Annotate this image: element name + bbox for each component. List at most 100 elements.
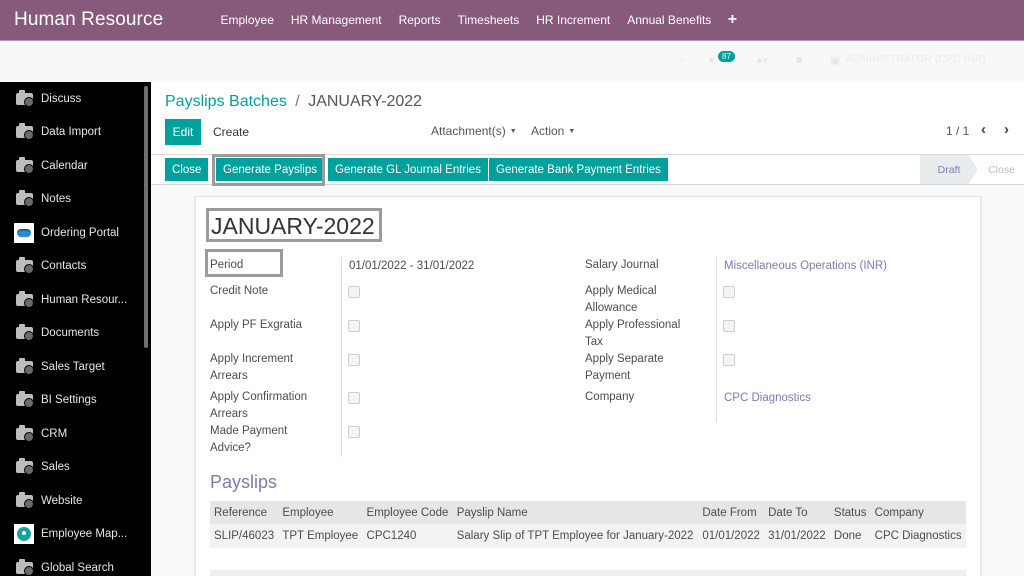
column-header[interactable]: Reference [210, 501, 279, 524]
clock-icon[interactable]: ■ [796, 54, 803, 66]
divider [341, 257, 342, 457]
column-header[interactable]: Status [829, 501, 871, 524]
sidebar-item-label: Global Search [41, 561, 114, 574]
apply-professional-tax-checkbox[interactable] [723, 320, 735, 332]
table-cell: CPC1240 [362, 524, 453, 548]
salary-journal-value[interactable]: Miscellaneous Operations (INR) [724, 260, 887, 272]
sidebar-item-label: Human Resour... [41, 293, 128, 306]
sidebar-item-data-import[interactable]: Data Import [0, 116, 151, 150]
menu-annual-benefits[interactable]: Annual Benefits [619, 13, 720, 27]
app-icon [14, 357, 34, 375]
stage-close[interactable]: Close [979, 155, 1024, 184]
handshake-icon [14, 222, 34, 243]
stage-draft[interactable]: Draft [920, 155, 978, 184]
generate-gl-journal-button[interactable]: Generate GL Journal Entries [328, 158, 488, 181]
app-icon [14, 290, 34, 308]
menu-timesheets[interactable]: Timesheets [449, 13, 528, 27]
activity-icon[interactable]: ●▾ [756, 54, 768, 67]
column-header[interactable]: Payslip Name [452, 501, 699, 524]
action-label: Action [531, 124, 565, 138]
menu-employee[interactable]: Employee [212, 13, 282, 27]
sidebar-item-label: CRM [41, 427, 68, 440]
column-header[interactable]: Employee [278, 501, 363, 524]
sidebar-item-contacts[interactable]: Contacts [0, 250, 151, 284]
breadcrumb-parent[interactable]: Payslips Batches [165, 93, 287, 110]
attachments-dropdown[interactable]: Attachment(s) ▼ [431, 124, 517, 138]
column-header[interactable]: Company [870, 501, 966, 524]
apply-professional-tax-label: Apply Professional Tax [585, 319, 681, 348]
sidebar-item-website[interactable]: Website [0, 484, 151, 518]
sidebar-item-label: Ordering Portal [41, 226, 119, 239]
chevron-right-icon[interactable]: › [1004, 121, 1009, 138]
sidebar-item-notes[interactable]: Notes [0, 183, 151, 217]
salary-journal-label: Salary Journal [585, 259, 659, 271]
sidebar-item-global-search[interactable]: Global Search [0, 551, 151, 576]
apply-pf-exgratia-label: Apply PF Exgratia [210, 319, 303, 331]
sidebar-item-label: Data Import [41, 126, 102, 139]
company-value[interactable]: CPC Diagnostics [724, 392, 811, 404]
apply-confirmation-arrears-checkbox[interactable] [348, 392, 360, 404]
sidebar-item-human-resource[interactable]: Human Resour... [0, 283, 151, 317]
column-header[interactable]: Employee Code [362, 501, 453, 524]
sidebar-item-ordering-portal[interactable]: Ordering Portal [0, 216, 151, 250]
table-footer [210, 570, 966, 576]
credit-note-label: Credit Note [210, 285, 269, 297]
status-bar: Close Generate Payslips Generate GL Jour… [151, 154, 1024, 186]
search-icon[interactable]: ○ [679, 54, 686, 66]
close-button[interactable]: Close [165, 158, 209, 181]
sidebar-item-documents[interactable]: Documents [0, 317, 151, 351]
divider [716, 257, 717, 422]
user-menu[interactable]: ADMINISTRATOR (CPC-INR) [846, 54, 986, 65]
menu-hr-increment[interactable]: HR Increment [528, 13, 619, 27]
sidebar-item-crm[interactable]: CRM [0, 417, 151, 451]
sidebar-item-label: Sales Target [41, 360, 105, 373]
table-cell: Done [829, 524, 871, 548]
app-title: Human Resource [14, 9, 164, 30]
column-header[interactable]: Date To [764, 501, 830, 524]
sidebar-item-label: Calendar [41, 159, 88, 172]
sidebar-item-label: BI Settings [41, 394, 97, 407]
sidebar-item-label: Notes [41, 193, 72, 206]
apply-separate-payment-label: Apply Separate Payment [585, 353, 664, 382]
chat-icon[interactable]: ● [708, 54, 715, 66]
sidebar: Discuss Data Import Calendar Notes Order… [0, 82, 151, 576]
payslips-section-title: Payslips [210, 472, 278, 492]
app-icon [14, 458, 34, 476]
sidebar-item-label: Sales [41, 461, 70, 474]
apply-increment-arrears-checkbox[interactable] [348, 354, 360, 366]
menu-reports[interactable]: Reports [390, 13, 449, 27]
apply-medical-allowance-checkbox[interactable] [723, 286, 735, 298]
user-avatar-icon[interactable]: ▣ [830, 54, 840, 67]
sidebar-item-sales[interactable]: Sales [0, 451, 151, 485]
apply-confirmation-arrears-label: Apply Confirmation Arrears [210, 391, 308, 420]
table-row[interactable]: SLIP/46023 TPT Employee CPC1240 Salary S… [210, 524, 966, 548]
table-cell: SLIP/46023 [210, 524, 279, 548]
generate-bank-payment-button[interactable]: Generate Bank Payment Entries [489, 158, 668, 181]
sidebar-scrollbar[interactable] [144, 86, 148, 348]
edit-button[interactable]: Edit [165, 119, 201, 145]
action-dropdown[interactable]: Action ▼ [531, 124, 575, 138]
sidebar-item-label: Documents [41, 327, 100, 340]
form-sheet: JANUARY-2022 Period 01/01/2022 - 31/01/2… [195, 196, 981, 576]
caret-down-icon: ▼ [509, 128, 517, 136]
breadcrumb: Payslips Batches / JANUARY-2022 [165, 93, 422, 111]
generate-payslips-button[interactable]: Generate Payslips [216, 158, 324, 181]
credit-note-checkbox[interactable] [348, 286, 360, 298]
made-payment-advice-checkbox[interactable] [348, 426, 360, 438]
table-cell: CPC Diagnostics [870, 524, 966, 548]
sidebar-item-bi-settings[interactable]: BI Settings [0, 384, 151, 418]
menu-hr-management[interactable]: HR Management [282, 13, 390, 27]
sidebar-item-calendar[interactable]: Calendar [0, 149, 151, 183]
sidebar-item-discuss[interactable]: Discuss [0, 82, 151, 116]
sidebar-item-sales-target[interactable]: Sales Target [0, 350, 151, 384]
column-header[interactable]: Date From [698, 501, 765, 524]
chevron-left-icon[interactable]: ‹ [981, 121, 986, 138]
app-icon [14, 391, 34, 409]
sidebar-item-employee-map[interactable]: Employee Map... [0, 518, 151, 552]
create-button[interactable]: Create [205, 119, 257, 145]
apply-pf-exgratia-checkbox[interactable] [348, 320, 360, 332]
caret-down-icon: ▼ [568, 128, 576, 136]
control-panel: Payslips Batches / JANUARY-2022 Edit Cre… [151, 82, 1024, 155]
plus-icon[interactable]: + [720, 11, 737, 29]
apply-separate-payment-checkbox[interactable] [723, 354, 735, 366]
